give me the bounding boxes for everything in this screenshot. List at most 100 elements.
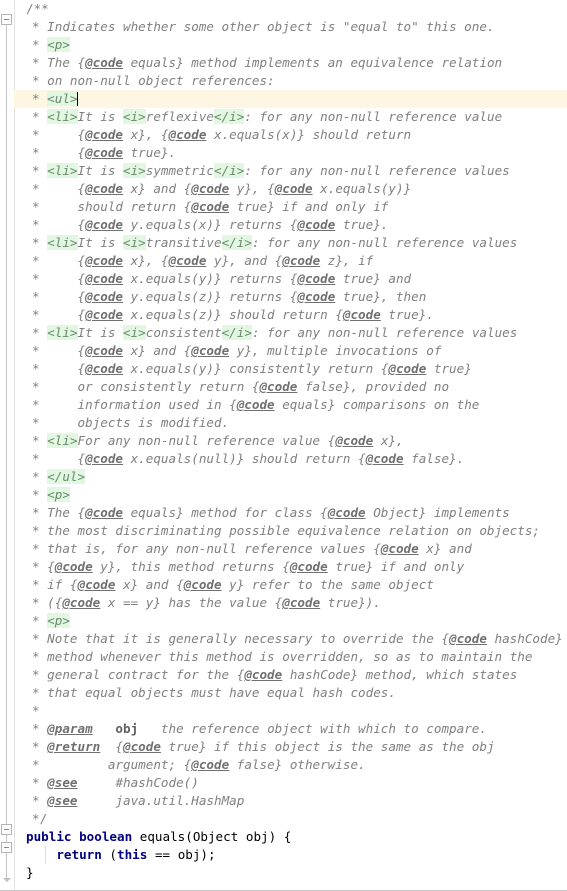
fold-method-body[interactable] — [1, 842, 12, 853]
code-line[interactable]: } — [14, 864, 567, 882]
code-line[interactable]: * — [14, 702, 567, 720]
code-line[interactable]: * {@code x.equals(z)} should return {@co… — [14, 306, 567, 324]
token-kw: this — [117, 847, 148, 862]
token-cmt: * ({ — [32, 595, 63, 610]
code-line[interactable]: * <ul> — [14, 90, 567, 108]
token-cmt: : for any non-null reference values — [251, 325, 518, 340]
token-cmt: y.equals(x)} returns { — [123, 217, 298, 232]
code-line[interactable]: * {@code x} and {@code y}, multiple invo… — [14, 342, 567, 360]
token-cmt: * { — [32, 253, 86, 268]
code-line[interactable]: * <p> — [14, 486, 567, 504]
token-cmt: y.equals(z)} returns { — [123, 289, 298, 304]
code-line[interactable]: * or consistently return {@code false}, … — [14, 378, 567, 396]
token-cmt — [78, 775, 116, 790]
editor-gutter[interactable] — [0, 0, 15, 890]
fold-method-end[interactable] — [3, 878, 11, 882]
code-line[interactable]: * {@code x} and {@code y}, {@code x.equa… — [14, 180, 567, 198]
token-inline-tag: @code — [342, 307, 381, 322]
code-line[interactable]: * {@code x.equals(null)} should return {… — [14, 450, 567, 468]
code-line[interactable]: * if {@code x} and {@code y} refer to th… — [14, 576, 567, 594]
code-line[interactable]: * {@code x}, {@code y}, and {@code z}, i… — [14, 252, 567, 270]
token-inline-tag: @code — [85, 145, 123, 160]
token-cmt: true} if and only — [327, 559, 465, 574]
token-inline-tag: @code — [365, 451, 404, 466]
code-line[interactable]: * {@code x}, {@code x.equals(x)} should … — [14, 126, 567, 144]
token-inline-tag: @code — [168, 127, 207, 142]
token-cmt: true}. — [335, 217, 389, 232]
fold-javadoc-start[interactable] — [1, 14, 12, 25]
code-line[interactable]: return (this == obj); — [14, 846, 567, 864]
token-cmt: It is — [77, 109, 124, 124]
code-line[interactable]: * {@code true}. — [14, 144, 567, 162]
code-line[interactable]: * objects is modified. — [14, 414, 567, 432]
code-line[interactable]: * on non-null object references: — [14, 72, 567, 90]
token-cmt: * — [32, 433, 48, 448]
token-inline-tag: @code — [282, 595, 321, 610]
code-line[interactable]: public boolean equals(Object obj) { — [14, 828, 567, 846]
token-code-txt: ( — [101, 847, 118, 862]
token-cmt: * if { — [32, 577, 78, 592]
code-surface[interactable]: /** * Indicates whether some other object… — [14, 0, 567, 890]
fold-method-start[interactable] — [1, 824, 12, 835]
code-line[interactable]: */ — [14, 810, 567, 828]
token-htmltag: <p> — [47, 613, 70, 628]
token-cmt: x == y} has the value { — [100, 595, 283, 610]
token-cmt: * { — [32, 145, 86, 160]
token-inline-tag: @code — [85, 289, 123, 304]
token-inline-tag: @code — [85, 361, 123, 376]
token-inline-tag: @code — [191, 199, 230, 214]
token-cmt: x} and { — [123, 343, 192, 358]
code-line[interactable]: * general contract for the {@code hashCo… — [14, 666, 567, 684]
token-cmt: * { — [32, 361, 86, 376]
code-line[interactable]: * <li>It is <i>consistent</i>: for any n… — [14, 324, 567, 342]
code-line[interactable]: * The {@code equals} method implements a… — [14, 54, 567, 72]
code-line[interactable]: * {@code y.equals(z)} returns {@code tru… — [14, 288, 567, 306]
token-cmt: It is — [77, 235, 124, 250]
token-cmt: * general contract for the { — [32, 667, 245, 682]
code-line[interactable]: * the most discriminating possible equiv… — [14, 522, 567, 540]
token-cmt: * { — [32, 289, 86, 304]
token-cmt: * — [32, 109, 48, 124]
token-cmt: reflexive — [145, 109, 215, 124]
token-cmt: equals} method for class { — [123, 505, 328, 520]
code-line[interactable]: * {@code y}, this method returns {@code … — [14, 558, 567, 576]
code-line[interactable]: * @param obj the reference object with w… — [14, 720, 567, 738]
code-line[interactable]: * ({@code x == y} has the value {@code t… — [14, 594, 567, 612]
code-line[interactable]: * <p> — [14, 612, 567, 630]
code-line[interactable]: * The {@code equals} method for class {@… — [14, 504, 567, 522]
code-line[interactable]: * @see java.util.HashMap — [14, 792, 567, 810]
code-line[interactable]: * should return {@code true} if and only… — [14, 198, 567, 216]
code-line[interactable]: * <li>For any non-null reference value {… — [14, 432, 567, 450]
code-line[interactable]: * argument; {@code false} otherwise. — [14, 756, 567, 774]
code-line[interactable]: * <li>It is <i>reflexive</i>: for any no… — [14, 108, 567, 126]
code-line[interactable]: * @return {@code true} if this object is… — [14, 738, 567, 756]
code-line[interactable]: * that equal objects must have equal has… — [14, 684, 567, 702]
token-paramname: obj — [115, 721, 139, 736]
token-cmt: consistent — [145, 325, 222, 340]
code-line[interactable]: * {@code x.equals(y)} returns {@code tru… — [14, 270, 567, 288]
code-line[interactable]: * {@code x.equals(y)} consistently retur… — [14, 360, 567, 378]
token-cmt: y} refer to the same object — [221, 577, 434, 592]
code-line[interactable]: * <li>It is <i>transitive</i>: for any n… — [14, 234, 567, 252]
code-line[interactable]: * {@code y.equals(x)} returns {@code tru… — [14, 216, 567, 234]
code-line[interactable]: * <li>It is <i>symmetric</i>: for any no… — [14, 162, 567, 180]
code-line[interactable]: * <p> — [14, 36, 567, 54]
code-line[interactable]: /** — [14, 0, 567, 18]
token-cmt: * — [32, 703, 40, 718]
code-line[interactable]: * Note that it is generally necessary to… — [14, 630, 567, 648]
code-line[interactable]: * </ul> — [14, 468, 567, 486]
code-line[interactable]: * Indicates whether some other object is… — [14, 18, 567, 36]
code-line[interactable]: * method whenever this method is overrid… — [14, 648, 567, 666]
code-editor[interactable]: /** * Indicates whether some other object… — [0, 0, 567, 891]
token-inline-tag: @code — [236, 397, 275, 412]
code-line[interactable]: * @see #hashCode() — [14, 774, 567, 792]
code-line[interactable]: * that is, for any non-null reference va… — [14, 540, 567, 558]
token-cmt: true} and — [335, 271, 412, 286]
code-line[interactable]: * information used in {@code equals} com… — [14, 396, 567, 414]
token-cmt: * that equal objects must have equal has… — [32, 685, 396, 700]
token-cmt — [93, 721, 116, 736]
token-htmltag: </i> — [221, 325, 252, 340]
token-cmt: * Note that it is generally necessary to… — [32, 631, 450, 646]
token-cmt: true}, then — [335, 289, 427, 304]
token-htmltag: <i> — [123, 109, 146, 124]
